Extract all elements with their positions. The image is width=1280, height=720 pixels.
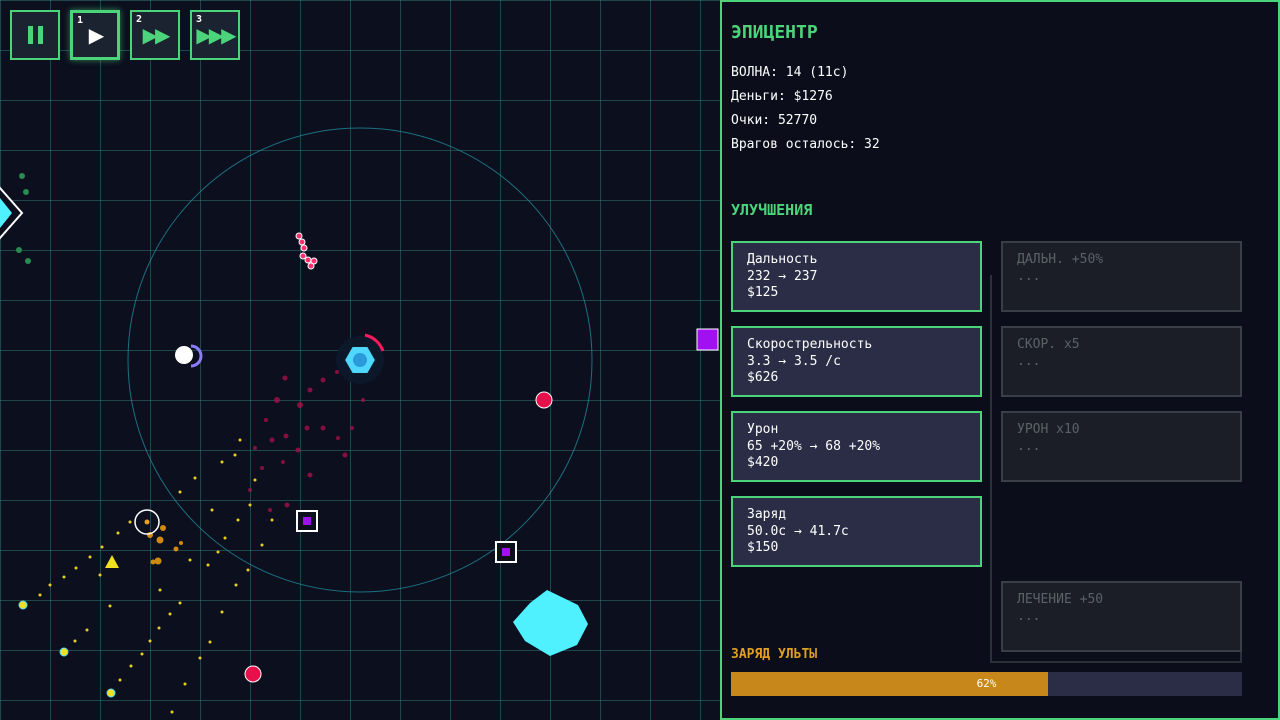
- upgrade-change: 3.3 → 3.5 /с: [747, 353, 841, 369]
- tower-core[interactable]: [336, 333, 385, 384]
- enemy-cyan-diamond: [0, 186, 24, 240]
- yellow-particle-trail: [38, 438, 274, 714]
- upgrade-damage-button[interactable]: Урон 65 +20% → 68 +20% $420: [731, 411, 982, 482]
- tier-detail: ...: [1017, 438, 1041, 454]
- upgrade-cost: $125: [747, 285, 779, 300]
- enemy-cyan-boss: [513, 590, 588, 656]
- enemy-red-circle: [244, 665, 262, 683]
- upgrade-name: Дальность: [747, 252, 818, 267]
- speed-1x-button[interactable]: 1 ▶: [70, 10, 120, 60]
- tier-name: СКОР. x5: [1017, 337, 1080, 352]
- locked-tier-range: ДАЛЬН. +50% ...: [1001, 241, 1242, 312]
- game-stage: 1 ▶ 2 ▶▶ 3 ▶▶▶ ЭПИЦЕНТР ВОЛНА: 14 (11с) …: [0, 0, 1280, 720]
- upgrade-tree-connector: [990, 661, 1242, 663]
- orange-particle-burst: [147, 525, 183, 565]
- side-panel: ЭПИЦЕНТР ВОЛНА: 14 (11с) Деньги: $1276 О…: [720, 0, 1280, 720]
- panel-title: ЭПИЦЕНТР: [731, 22, 818, 43]
- enemy-purple-boxed: [296, 510, 318, 532]
- fastest-forward-icon: ▶▶▶: [196, 23, 236, 47]
- upgrades-heading: УЛУЧШЕНИЯ: [731, 201, 813, 219]
- locked-tier-firerate: СКОР. x5 ...: [1001, 326, 1242, 397]
- upgrade-tree-connector: [990, 275, 1001, 663]
- play-icon: ▶: [88, 23, 104, 47]
- upgrade-firerate-button[interactable]: Скорострельность 3.3 → 3.5 /с $626: [731, 326, 982, 397]
- upgrade-charge-button[interactable]: Заряд 50.0с → 41.7с $150: [731, 496, 982, 567]
- speed-3x-button[interactable]: 3 ▶▶▶: [190, 10, 240, 60]
- game-field[interactable]: 1 ▶ 2 ▶▶ 3 ▶▶▶: [0, 0, 720, 720]
- upgrade-cost: $420: [747, 455, 779, 470]
- wave-counter: ВОЛНА: 14 (11с): [731, 65, 849, 80]
- enemy-yellow-dot: [106, 688, 116, 698]
- pause-button[interactable]: [10, 10, 60, 60]
- enemy-purple-boxed: [495, 541, 517, 563]
- money-counter: Деньги: $1276: [731, 89, 833, 104]
- battlefield-canvas: [0, 127, 719, 714]
- enemy-yellow-triangle: [105, 555, 119, 568]
- pause-icon: [27, 26, 43, 44]
- tier-name: УРОН x10: [1017, 422, 1080, 437]
- locked-tier-damage: УРОН x10 ...: [1001, 411, 1242, 482]
- speed-2x-button[interactable]: 2 ▶▶: [130, 10, 180, 60]
- upgrade-change: 50.0с → 41.7с: [747, 523, 849, 539]
- upgrade-cost: $626: [747, 370, 779, 385]
- enemy-swarm-pink: [295, 232, 318, 270]
- enemy-red-circle: [535, 391, 553, 409]
- enemy-yellow-dot: [18, 600, 28, 610]
- tier-detail: ...: [1017, 268, 1041, 284]
- enemies-left-counter: Врагов осталось: 32: [731, 137, 880, 152]
- score-counter: Очки: 52770: [731, 113, 818, 128]
- ult-charge-label: ЗАРЯД УЛЬТЫ: [731, 647, 818, 662]
- tier-detail: ...: [1017, 608, 1041, 624]
- upgrade-name: Заряд: [747, 507, 787, 522]
- locked-tier-heal: ЛЕЧЕНИЕ +50 ...: [1001, 581, 1242, 652]
- tier-name: ЛЕЧЕНИЕ +50: [1017, 592, 1104, 607]
- upgrade-change: 65 +20% → 68 +20%: [747, 438, 881, 454]
- red-particle-trail: [248, 370, 365, 512]
- enemy-ring: [134, 509, 160, 535]
- enemy-white-orb: [175, 344, 203, 368]
- upgrade-range-button[interactable]: Дальность 232 → 237 $125: [731, 241, 982, 312]
- upgrade-name: Урон: [747, 422, 779, 437]
- speed-hotkey-label: 3: [196, 14, 203, 25]
- upgrade-cost: $150: [747, 540, 779, 555]
- speed-hotkey-label: 2: [136, 14, 143, 25]
- enemy-purple-square: [696, 328, 719, 351]
- fast-forward-icon: ▶▶: [142, 23, 171, 47]
- ult-charge-bar: 62%: [731, 672, 1242, 696]
- tier-detail: ...: [1017, 353, 1041, 369]
- speed-hotkey-label: 1: [77, 15, 84, 26]
- enemy-yellow-dot: [59, 647, 69, 657]
- upgrade-name: Скорострельность: [747, 337, 873, 352]
- ult-charge-percent: 62%: [976, 677, 997, 690]
- tier-name: ДАЛЬН. +50%: [1017, 252, 1104, 267]
- upgrade-change: 232 → 237: [747, 268, 818, 284]
